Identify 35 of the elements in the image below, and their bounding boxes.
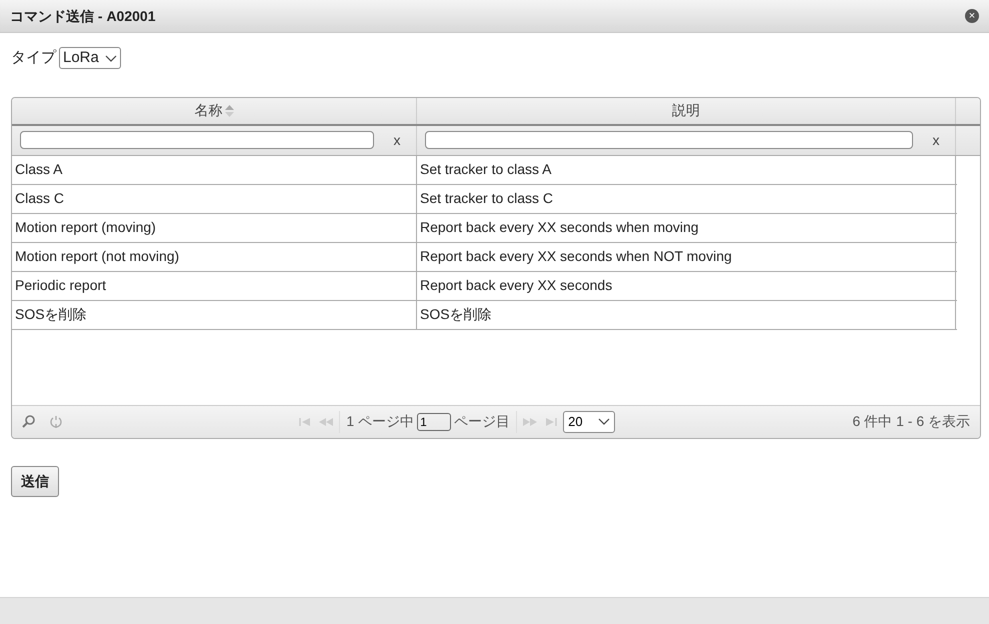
- next-page-icon[interactable]: [523, 418, 538, 426]
- table-cell: Motion report (not moving): [12, 242, 417, 270]
- close-button[interactable]: ×: [965, 9, 979, 23]
- type-label: タイプ: [11, 48, 56, 68]
- table-cell: Set tracker to class C: [417, 184, 956, 212]
- record-summary: 6 件中 1 - 6 を表示: [852, 412, 970, 431]
- last-page-icon[interactable]: [545, 418, 558, 426]
- table-cell: Report back every XX seconds when NOT moving: [417, 242, 956, 270]
- table-cell: SOSを削除: [12, 300, 417, 328]
- table-cell: Report back every XX seconds when moving: [417, 214, 956, 242]
- page-field[interactable]: 1: [417, 412, 452, 430]
- chevron-icon: [104, 54, 117, 62]
- table-cell: Set tracker to class A: [417, 156, 956, 184]
- page-size-select[interactable]: 20: [563, 410, 616, 432]
- table-cell: Class A: [12, 156, 417, 184]
- table-cell: Class C: [12, 184, 417, 212]
- table-cell: SOSを削除: [417, 300, 956, 328]
- filter-field[interactable]: [425, 131, 913, 149]
- type-select[interactable]: LoRa: [59, 47, 121, 70]
- column-header[interactable]: 名称: [12, 98, 417, 124]
- search-icon[interactable]: [22, 415, 35, 428]
- column-header[interactable]: 説明: [417, 98, 956, 124]
- previous-page-icon[interactable]: [319, 418, 334, 426]
- chevron-icon: [598, 418, 610, 425]
- page-label: 1 ページ中: [346, 412, 414, 431]
- window-title: コマンド送信 - A02001: [10, 6, 156, 26]
- first-page-icon[interactable]: [299, 418, 312, 426]
- table-cell: Periodic report: [12, 272, 417, 300]
- table-cell: Report back every XX seconds: [417, 272, 956, 300]
- clear-filter-button[interactable]: x: [917, 130, 955, 150]
- page-suffix-label: ページ目: [454, 412, 510, 431]
- filter-field[interactable]: [20, 131, 374, 149]
- clear-filter-button[interactable]: x: [378, 130, 416, 150]
- table-cell: Motion report (moving): [12, 214, 417, 242]
- submit-button[interactable]: 送信: [11, 466, 59, 496]
